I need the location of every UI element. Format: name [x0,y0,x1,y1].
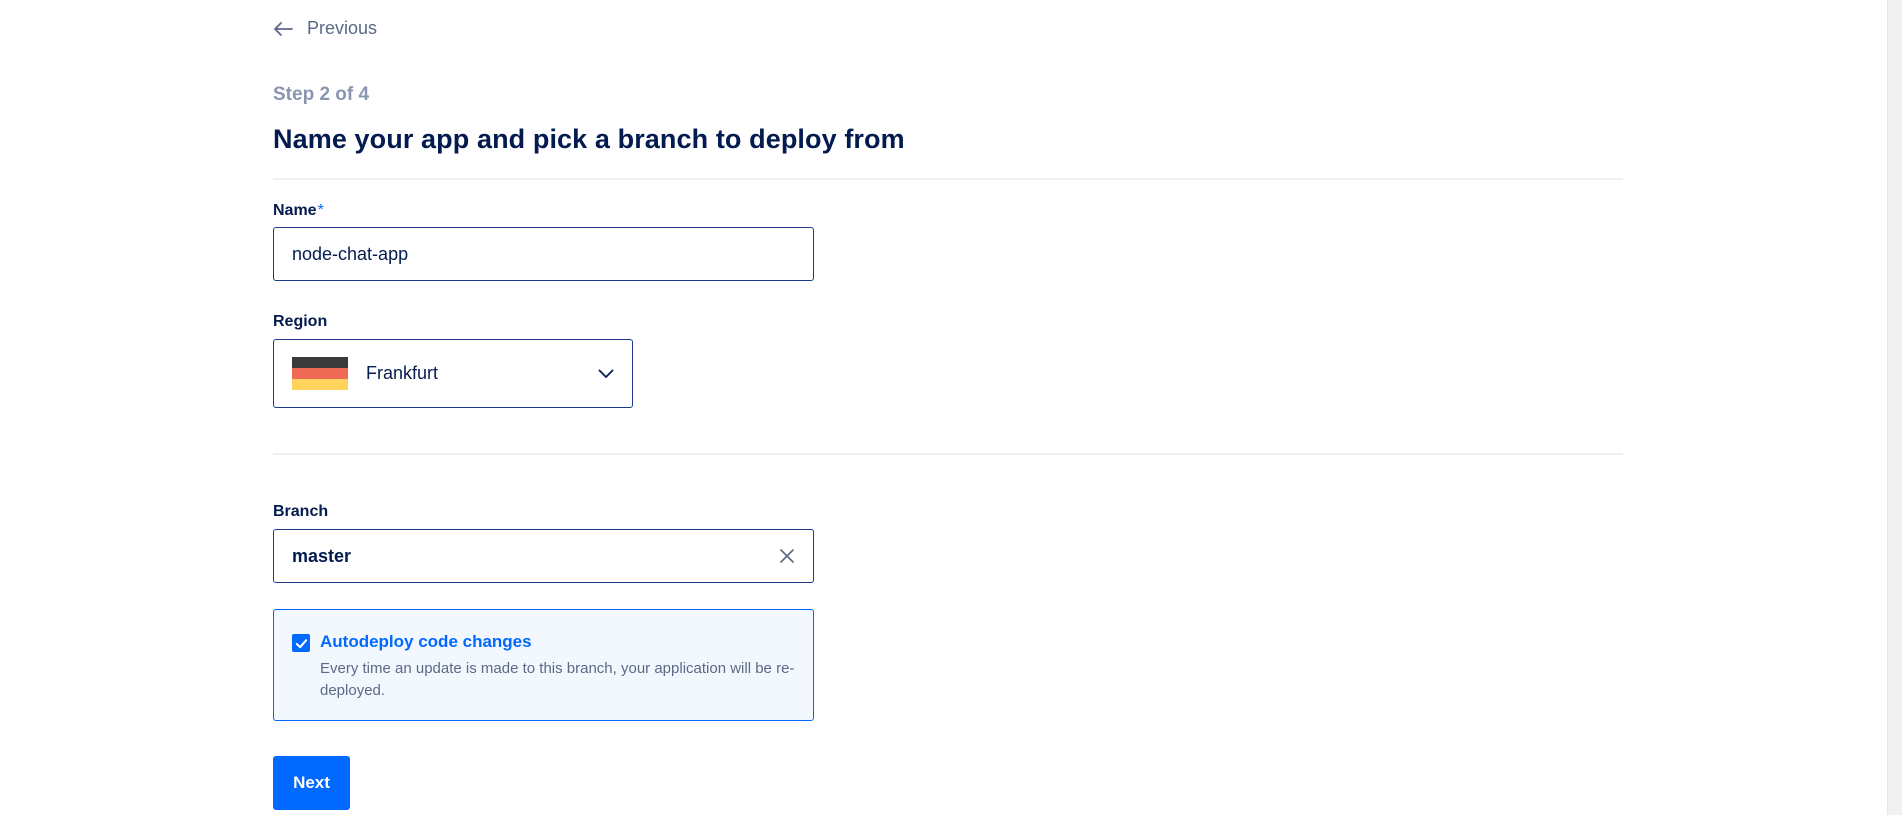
page-title: Name your app and pick a branch to deplo… [273,124,905,154]
region-label: Region [273,313,328,330]
scrollbar[interactable] [1887,0,1902,815]
branch-input[interactable] [292,545,779,567]
germany-flag-icon [292,357,348,390]
autodeploy-description: Every time an update is made to this bra… [320,660,795,699]
autodeploy-checkbox[interactable] [292,634,310,652]
name-label-text: Name [273,202,317,219]
chevron-down-icon [598,369,614,378]
autodeploy-option: Autodeploy code changes Every time an up… [273,609,814,721]
step-indicator: Step 2 of 4 [273,84,370,105]
name-label: Name* [273,202,324,220]
previous-label: Previous [307,18,378,38]
branch-label: Branch [273,503,329,520]
autodeploy-text: Autodeploy code changes Every time an up… [320,632,820,702]
autodeploy-title[interactable]: Autodeploy code changes [320,632,820,652]
create-app-page: Previous Step 2 of 4 Name your app and p… [0,0,1902,815]
region-select[interactable]: Frankfurt [273,339,633,408]
name-input[interactable] [273,227,814,281]
arrow-left-icon [274,21,293,36]
region-value: Frankfurt [366,363,439,383]
divider [273,453,1623,455]
branch-field [273,529,814,583]
checkmark-icon [295,638,307,648]
divider [273,178,1623,180]
clear-icon[interactable] [779,548,795,564]
required-mark: * [317,202,324,219]
previous-link[interactable]: Previous [273,18,377,39]
next-button[interactable]: Next [273,756,350,810]
